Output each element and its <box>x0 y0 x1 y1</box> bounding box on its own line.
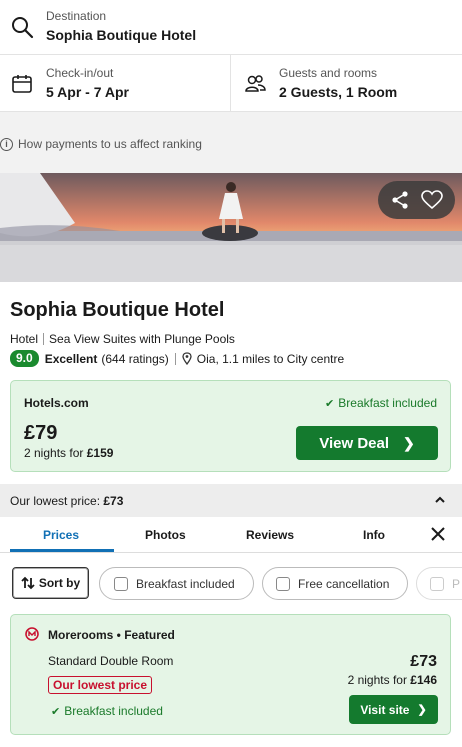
rating-word[interactable]: Excellent <box>45 352 98 366</box>
sort-by-button[interactable]: Sort by <box>12 567 89 599</box>
view-deal-button[interactable]: View Deal ❯ <box>296 426 438 460</box>
offer-card: Morerooms • Featured Standard Double Roo… <box>10 614 451 735</box>
destination-field[interactable]: Destination Sophia Boutique Hotel <box>0 0 462 55</box>
lowest-price-bar[interactable]: Our lowest price: £73 <box>0 484 462 517</box>
divider <box>174 352 176 365</box>
payment-ranking-link[interactable]: i How payments to us affect ranking <box>0 137 202 151</box>
location-pin-icon <box>182 352 192 365</box>
tab-info[interactable]: Info <box>363 528 385 542</box>
chevron-right-icon: ❯ <box>403 434 415 451</box>
check-icon: ✔ <box>325 397 335 410</box>
sort-icon <box>21 576 35 590</box>
filter-free-cancellation[interactable]: Free cancellation <box>262 567 408 600</box>
checkin-checkout-field[interactable]: Check-in/out 5 Apr - 7 Apr <box>0 55 231 112</box>
visit-site-button[interactable]: Visit site ❯ <box>349 695 438 724</box>
heart-icon[interactable] <box>421 190 444 210</box>
offer-provider: Morerooms • Featured <box>48 628 175 642</box>
active-tab-indicator <box>10 549 114 552</box>
view-deal-label: View Deal <box>319 434 390 452</box>
filter-label: Free cancellation <box>298 576 390 591</box>
offer-room-type: Standard Double Room <box>48 654 174 668</box>
guests-rooms-field[interactable]: Guests and rooms 2 Guests, 1 Room <box>231 55 462 112</box>
checkbox[interactable] <box>430 576 444 591</box>
divider <box>43 333 45 345</box>
destination-value: Sophia Boutique Hotel <box>46 27 197 43</box>
hotel-name: Sophia Boutique Hotel <box>10 299 225 321</box>
filter-breakfast-included[interactable]: Breakfast included <box>99 567 254 600</box>
tab-prices[interactable]: Prices <box>43 528 79 542</box>
checkbox[interactable] <box>276 576 290 591</box>
lowest-price-text: Our lowest price: £73 <box>10 494 123 508</box>
deal-nights-prefix: 2 nights for <box>24 446 84 460</box>
chevron-right-icon: ❯ <box>417 704 427 716</box>
hotel-tagline: Sea View Suites with Plunge Pools <box>49 332 235 346</box>
offer-nights-total: £146 <box>410 673 437 687</box>
deal-breakfast-badge: ✔ Breakfast included <box>325 396 437 410</box>
hotel-subline: Hotel Sea View Suites with Plunge Pools <box>10 332 235 346</box>
lowest-price-label: Our lowest price: <box>10 494 101 508</box>
offer-breakfast-text: Breakfast included <box>64 704 163 718</box>
offer-breakfast-badge: ✔ Breakfast included <box>51 704 163 718</box>
lowest-price-badge: Our lowest price <box>48 676 153 694</box>
payment-ranking-text: How payments to us affect ranking <box>18 137 202 151</box>
search-icon <box>12 17 34 39</box>
offer-nights-prefix: 2 nights for <box>347 673 407 687</box>
deal-nights: 2 nights for £159 <box>24 446 113 460</box>
checkin-value: 5 Apr - 7 Apr <box>46 84 129 100</box>
morerooms-logo-icon <box>25 627 39 641</box>
deal-breakfast-text: Breakfast included <box>338 396 437 410</box>
sort-by-label: Sort by <box>38 576 81 590</box>
rating-score-badge[interactable]: 9.0 <box>10 350 39 367</box>
filter-label: P <box>452 576 461 591</box>
checkbox[interactable] <box>114 576 128 591</box>
filter-label: Breakfast included <box>136 576 235 591</box>
visit-site-label: Visit site <box>360 702 410 717</box>
filter-more[interactable]: P <box>416 567 462 600</box>
guests-value: 2 Guests, 1 Room <box>279 84 398 100</box>
details-tabs: Prices Photos Reviews Info <box>0 517 462 553</box>
rating-count[interactable]: (644 ratings) <box>101 352 168 366</box>
close-icon[interactable] <box>431 527 445 541</box>
photo-actions <box>378 181 455 219</box>
deal-nights-total: £159 <box>86 446 114 460</box>
top-deal-card: Hotels.com ✔ Breakfast included £79 2 ni… <box>10 380 451 472</box>
calendar-icon <box>12 75 32 93</box>
hotel-type: Hotel <box>10 332 39 346</box>
info-icon: i <box>0 137 13 151</box>
hotel-location[interactable]: Oia, 1.1 miles to City centre <box>197 352 344 366</box>
lowest-price-value: £73 <box>103 494 124 508</box>
rating-line: 9.0 Excellent (644 ratings) Oia, 1.1 mil… <box>10 350 344 367</box>
filter-bar: Sort by Breakfast included Free cancella… <box>0 553 462 613</box>
check-icon: ✔ <box>51 705 61 718</box>
deal-provider: Hotels.com <box>24 396 89 410</box>
chevron-up-icon[interactable] <box>434 494 446 506</box>
tab-reviews[interactable]: Reviews <box>246 528 294 542</box>
search-box: Destination Sophia Boutique Hotel Check-… <box>0 0 462 112</box>
destination-label: Destination <box>46 9 107 23</box>
guests-icon <box>245 75 266 92</box>
offer-nights: 2 nights for £146 <box>348 673 437 687</box>
guests-label: Guests and rooms <box>279 66 378 80</box>
offer-price: £73 <box>410 653 437 670</box>
checkin-label: Check-in/out <box>46 66 114 80</box>
deal-price: £79 <box>24 422 58 444</box>
tab-photos[interactable]: Photos <box>145 528 186 542</box>
share-icon[interactable] <box>390 190 410 210</box>
